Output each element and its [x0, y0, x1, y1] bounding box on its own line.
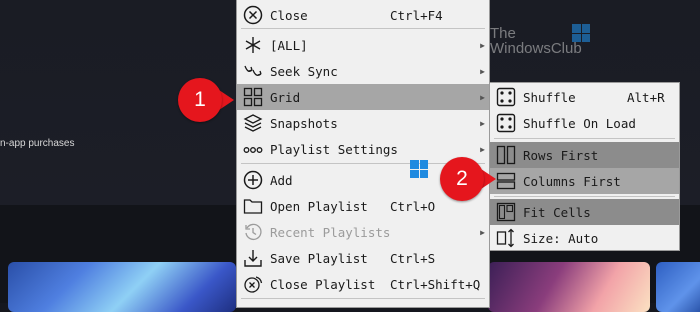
menu-label: Seek Sync: [270, 63, 338, 79]
menu-label: Recent Playlists: [270, 224, 391, 240]
menu-shortcut: Ctrl+S: [390, 250, 436, 266]
submenu-arrow-icon: ▶: [480, 40, 485, 50]
callout-number: 2: [440, 157, 484, 201]
submenu-item-shuffle-on-load[interactable]: Shuffle On Load: [490, 110, 679, 136]
menu-label: Columns First: [523, 173, 621, 189]
menu-separator: [241, 298, 485, 299]
submenu-item-columns-first[interactable]: Columns First: [490, 168, 679, 194]
menu-label: Open Playlist: [270, 198, 368, 214]
watermark-background: The WindowsClub: [490, 26, 582, 56]
menu-shortcut: Alt+R: [627, 89, 665, 105]
app-tile-edge[interactable]: [656, 262, 700, 312]
submenu-item-rows-first[interactable]: Rows First: [490, 142, 679, 168]
submenu-arrow-icon: ▶: [480, 66, 485, 76]
dots-icon: [242, 138, 264, 160]
asterisk-icon: [242, 34, 264, 56]
plus-circle-icon: [242, 169, 264, 191]
menu-label: Fit Cells: [523, 204, 591, 220]
menu-item-recent-playlists[interactable]: Recent Playlists ▶: [237, 219, 489, 245]
menu-label: Close: [270, 7, 308, 23]
menu-label: Playlist Settings: [270, 141, 398, 157]
submenu-arrow-icon: ▶: [480, 92, 485, 102]
submenu-item-fit-cells[interactable]: Fit Cells: [490, 199, 679, 225]
menu-shortcut: Ctrl+O: [390, 198, 436, 214]
columns-first-icon: [495, 170, 517, 192]
menu-item-all[interactable]: [ALL] ▶: [237, 32, 489, 58]
menu-label: Snapshots: [270, 115, 338, 131]
rows-first-icon: [495, 144, 517, 166]
callout-number: 1: [178, 78, 222, 122]
grid-icon: [242, 86, 264, 108]
menu-label: Shuffle: [523, 89, 576, 105]
menu-item-close-playlist[interactable]: Close Playlist Ctrl+Shift+Q: [237, 271, 489, 297]
submenu-arrow-icon: ▶: [480, 227, 485, 237]
windows-logo-icon: [410, 160, 428, 178]
menu-label: Shuffle On Load: [523, 115, 636, 131]
submenu-item-size-auto[interactable]: Size: Auto: [490, 225, 679, 251]
menu-item-grid[interactable]: Grid ▶: [237, 84, 489, 110]
in-app-purchases-text: n-app purchases: [0, 138, 75, 149]
menu-label: Size: Auto: [523, 230, 599, 246]
submenu-arrow-icon: ▶: [480, 144, 485, 154]
menu-item-close[interactable]: Close Ctrl+F4: [237, 2, 489, 28]
menu-separator: [494, 196, 675, 197]
menu-item-seek-sync[interactable]: Seek Sync ▶: [237, 58, 489, 84]
menu-label: Rows First: [523, 147, 599, 163]
layers-icon: [242, 112, 264, 134]
fit-cells-icon: [495, 201, 517, 223]
callout-1: 1: [178, 78, 234, 122]
history-icon: [242, 221, 264, 243]
dice-icon: [495, 86, 517, 108]
menu-label: Close Playlist: [270, 276, 376, 292]
menu-item-save-playlist[interactable]: Save Playlist Ctrl+S: [237, 245, 489, 271]
submenu-arrow-icon: ▶: [480, 118, 485, 128]
submenu-item-shuffle[interactable]: Shuffle Alt+R: [490, 84, 679, 110]
context-menu: Close Ctrl+F4 [ALL] ▶ Seek Sync ▶ Grid ▶…: [236, 0, 657, 308]
watermark-line2: WindowsClub: [490, 40, 582, 57]
folder-icon: [242, 195, 264, 217]
app-tile-wallpaper[interactable]: [8, 262, 236, 312]
menu-item-snapshots[interactable]: Snapshots ▶: [237, 110, 489, 136]
grid-submenu: Shuffle Alt+R Shuffle On Load Rows First…: [489, 82, 680, 251]
download-icon: [242, 247, 264, 269]
callout-2: 2: [440, 157, 496, 201]
menu-shortcut: Ctrl+F4: [390, 7, 443, 23]
menu-label: Grid: [270, 89, 301, 105]
menu-label: [ALL]: [270, 37, 308, 53]
windows-logo-icon: [572, 24, 590, 42]
dice-icon: [495, 112, 517, 134]
menu-label: Save Playlist: [270, 250, 368, 266]
menu-separator: [241, 28, 485, 29]
close-playlist-icon: [242, 273, 264, 295]
watermark-line1: The: [490, 25, 516, 42]
menu-label: Add: [270, 172, 293, 188]
close-circle-icon: [242, 4, 264, 26]
app-tile-art[interactable]: [488, 262, 650, 312]
menu-shortcut: Ctrl+Shift+Q: [390, 276, 481, 292]
size-arrows-icon: [495, 227, 517, 249]
menu-separator: [494, 138, 675, 139]
seek-sync-icon: [242, 60, 264, 82]
